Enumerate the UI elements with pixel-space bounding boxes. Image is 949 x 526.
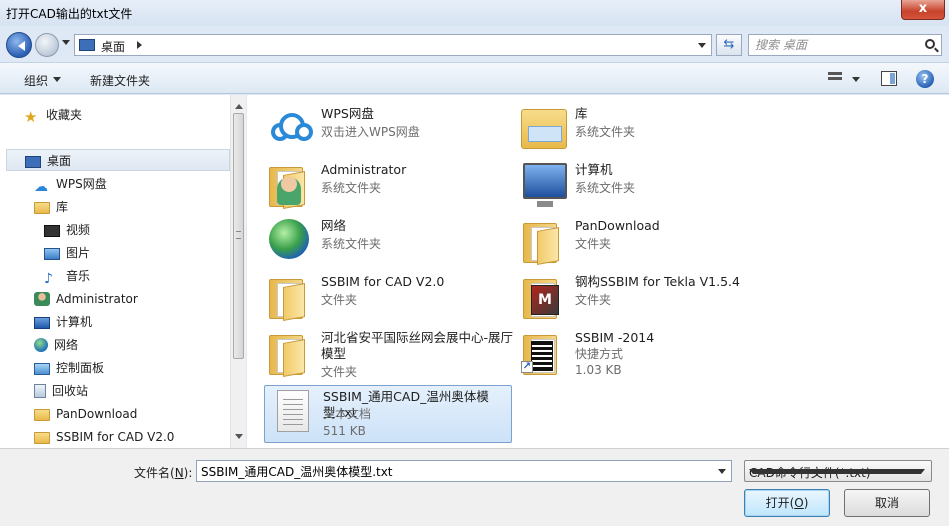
picture-icon bbox=[44, 248, 60, 260]
scroll-thumb[interactable] bbox=[233, 113, 244, 359]
filename-combobox[interactable] bbox=[196, 460, 732, 482]
qr-code-icon bbox=[531, 341, 553, 371]
title-bar: 打开CAD输出的txt文件 x bbox=[0, 0, 949, 26]
folder-icon bbox=[269, 331, 309, 377]
nav-item-music[interactable]: ♪ 音乐 bbox=[44, 265, 90, 287]
file-type-select[interactable]: CAD命令行文件(*.txt) bbox=[744, 460, 932, 482]
address-row: 桌面 ⇆ bbox=[0, 26, 949, 62]
nav-item-wps-drive[interactable]: ☁ WPS网盘 bbox=[34, 173, 107, 195]
nav-item-recycle-bin[interactable]: 回收站 bbox=[34, 380, 88, 402]
library-icon bbox=[34, 202, 50, 214]
user-icon bbox=[34, 292, 50, 306]
music-icon: ♪ bbox=[44, 271, 53, 287]
forward-button[interactable] bbox=[35, 33, 59, 57]
star-icon: ★ bbox=[24, 108, 38, 126]
library-icon bbox=[521, 109, 567, 149]
refresh-button[interactable]: ⇆ bbox=[716, 34, 742, 56]
nav-item-favorites[interactable]: ★ 收藏夹 bbox=[24, 104, 82, 126]
view-dropdown-icon[interactable] bbox=[852, 77, 860, 86]
file-item-pandownload[interactable]: PanDownload 文件夹 bbox=[517, 215, 765, 267]
text-file-icon bbox=[277, 390, 309, 432]
nav-item-desktop[interactable]: 桌面 bbox=[6, 149, 230, 171]
nav-item-videos[interactable]: 视频 bbox=[44, 219, 90, 241]
nav-item-pandownload[interactable]: PanDownload bbox=[34, 403, 137, 425]
open-button[interactable]: 打开(O) bbox=[744, 489, 830, 517]
file-list: WPS网盘 双击进入WPS网盘 库 系统文件夹 Administrator 系统… bbox=[247, 95, 949, 448]
chevron-down-icon bbox=[53, 77, 62, 86]
scroll-down-icon[interactable] bbox=[235, 434, 243, 443]
navigation-pane: ★ 收藏夹 桌面 ☁ WPS网盘 库 视频 图片 ♪ 音乐 Administrator… bbox=[0, 95, 246, 448]
file-item-administrator[interactable]: Administrator 系统文件夹 bbox=[263, 159, 511, 211]
help-icon[interactable]: ? bbox=[916, 70, 934, 88]
recent-pages-dropdown[interactable] bbox=[62, 40, 70, 49]
video-icon bbox=[44, 225, 60, 237]
nav-scrollbar[interactable] bbox=[230, 95, 246, 448]
cloud-icon: ☁ bbox=[34, 179, 48, 195]
network-icon bbox=[34, 338, 48, 352]
new-folder-button[interactable]: 新建文件夹 bbox=[90, 72, 150, 89]
filename-label: 文件名(N): bbox=[134, 466, 193, 480]
folder-icon bbox=[523, 219, 563, 265]
shortcut-arrow-icon: ↗ bbox=[521, 361, 533, 373]
cancel-button[interactable]: 取消 bbox=[844, 489, 930, 517]
file-item-hebei-model[interactable]: 河北省安平国际丝网会展中心-展厅模型 文件夹 bbox=[263, 327, 513, 379]
file-item-selected-txt[interactable]: SSBIM_通用CAD_温州奥体模型.txt 文本文档 511 KB bbox=[264, 385, 512, 443]
nav-item-control-panel[interactable]: 控制面板 bbox=[34, 357, 104, 379]
folder-icon bbox=[34, 432, 50, 444]
file-item-ssbim-cad[interactable]: SSBIM for CAD V2.0 文件夹 bbox=[263, 271, 511, 323]
dialog-footer: 文件名(N): CAD命令行文件(*.txt) 打开(O) 取消 bbox=[0, 448, 949, 526]
back-button[interactable] bbox=[6, 32, 32, 58]
file-item-network[interactable]: 网络 系统文件夹 bbox=[263, 215, 511, 267]
close-button[interactable]: x bbox=[901, 0, 945, 20]
refresh-icon: ⇆ bbox=[723, 37, 735, 52]
chevron-down-icon bbox=[749, 469, 925, 478]
address-bar[interactable]: 桌面 bbox=[74, 34, 712, 56]
computer-icon bbox=[523, 163, 567, 207]
cloud-drive-icon bbox=[269, 111, 315, 141]
address-dropdown-icon[interactable] bbox=[698, 43, 706, 52]
computer-icon bbox=[34, 317, 50, 329]
search-input[interactable] bbox=[755, 37, 915, 53]
nav-item-pictures[interactable]: 图片 bbox=[44, 242, 90, 264]
nav-item-administrator[interactable]: Administrator bbox=[34, 288, 138, 310]
scroll-up-icon[interactable] bbox=[235, 100, 243, 109]
nav-item-library[interactable]: 库 bbox=[34, 196, 68, 218]
breadcrumb-desktop[interactable]: 桌面 bbox=[101, 38, 125, 55]
file-item-computer[interactable]: 计算机 系统文件夹 bbox=[517, 159, 765, 211]
nav-item-network[interactable]: 网络 bbox=[34, 334, 78, 356]
organize-label: 组织 bbox=[24, 74, 49, 88]
organize-button[interactable]: 组织 bbox=[24, 72, 62, 89]
preview-pane-icon[interactable] bbox=[881, 71, 897, 86]
search-box[interactable] bbox=[748, 34, 942, 56]
nav-item-ssbim-cad[interactable]: SSBIM for CAD V2.0 bbox=[34, 426, 174, 448]
search-icon[interactable] bbox=[925, 39, 935, 49]
file-item-library[interactable]: 库 系统文件夹 bbox=[517, 103, 765, 155]
nav-item-computer[interactable]: 计算机 bbox=[34, 311, 92, 333]
close-icon: x bbox=[918, 1, 928, 16]
breadcrumb-chevron-icon[interactable] bbox=[137, 41, 146, 49]
chevron-down-icon[interactable] bbox=[718, 469, 726, 478]
network-icon bbox=[269, 219, 309, 259]
window-title: 打开CAD输出的txt文件 bbox=[6, 7, 133, 21]
folder-icon bbox=[34, 409, 50, 421]
view-options-icon[interactable] bbox=[828, 72, 844, 85]
filename-input[interactable] bbox=[201, 463, 701, 479]
tekla-icon: M bbox=[531, 285, 559, 315]
file-item-ssbim-2014[interactable]: ↗ SSBIM -2014 快捷方式 1.03 KB bbox=[517, 327, 765, 379]
folder-icon bbox=[269, 275, 309, 321]
recycle-bin-icon bbox=[34, 384, 46, 398]
file-item-ssbim-tekla[interactable]: M 钢构SSBIM for Tekla V1.5.4 文件夹 bbox=[517, 271, 765, 323]
desktop-icon bbox=[79, 39, 95, 51]
user-icon bbox=[277, 177, 301, 205]
control-panel-icon bbox=[34, 363, 50, 375]
toolbar: 组织 新建文件夹 ? bbox=[0, 62, 949, 94]
desktop-icon bbox=[25, 156, 41, 168]
file-item-wps-drive[interactable]: WPS网盘 双击进入WPS网盘 bbox=[263, 103, 511, 155]
